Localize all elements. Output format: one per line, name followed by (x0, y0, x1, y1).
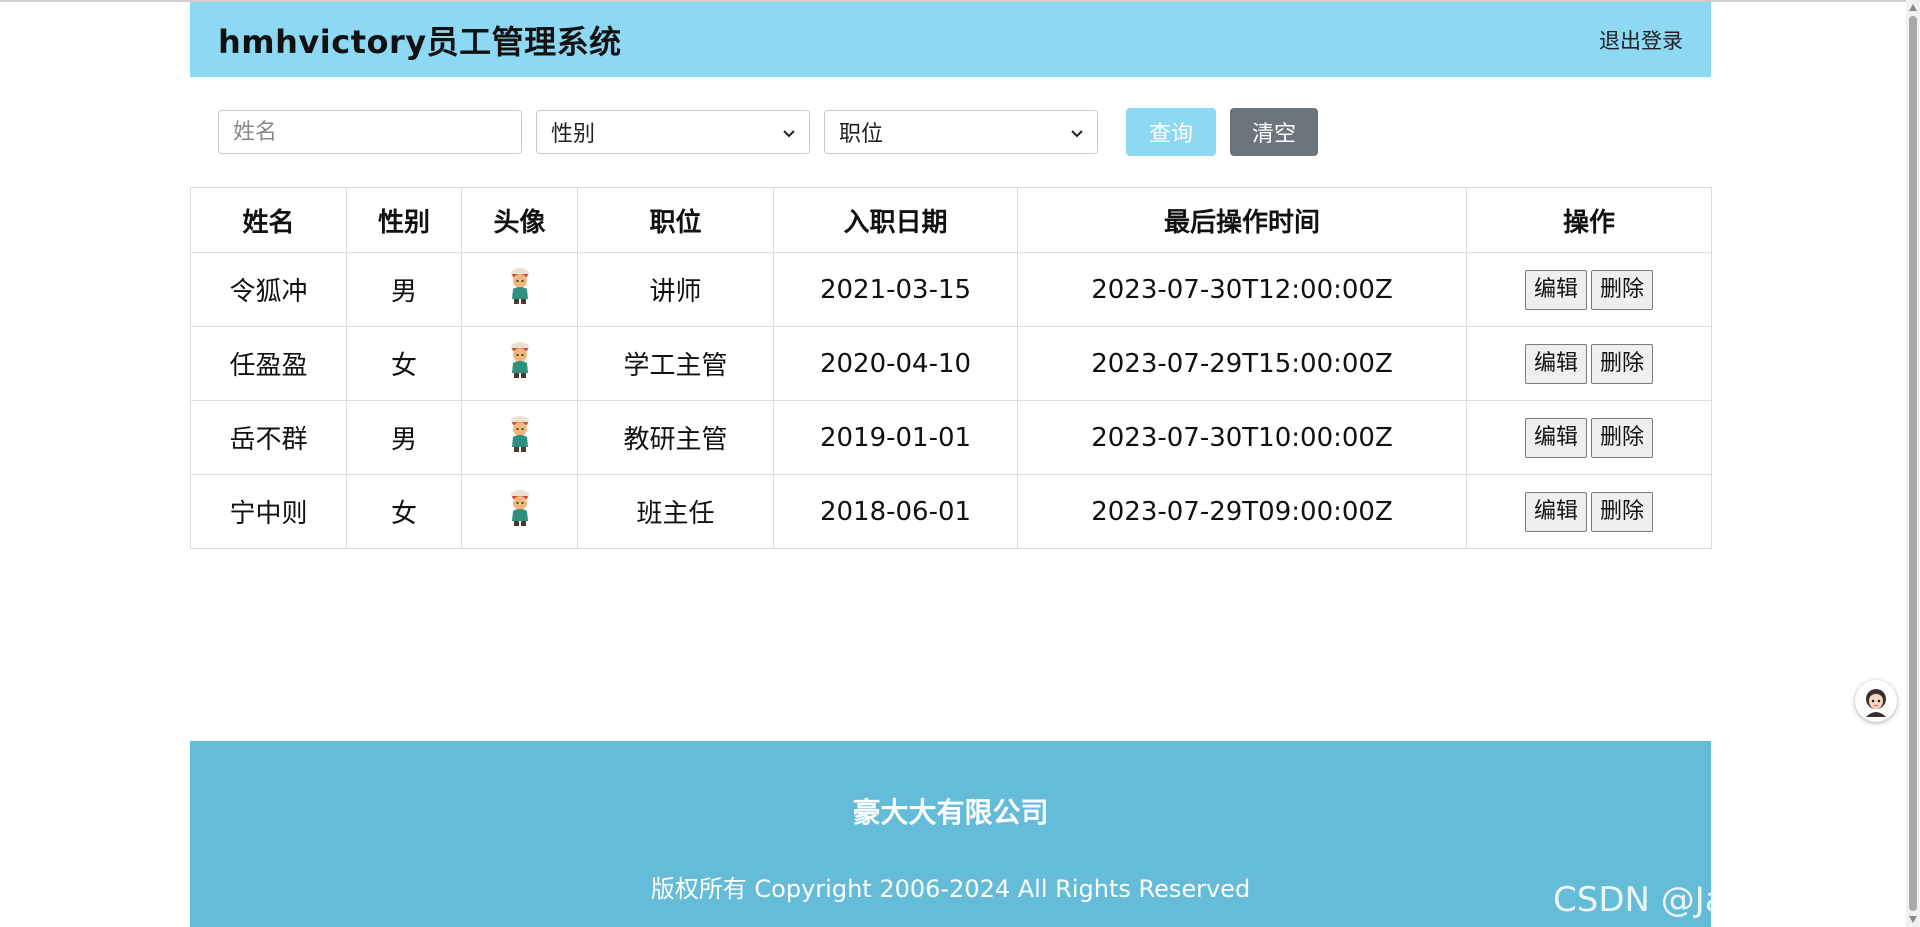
job-select[interactable]: 职位 (824, 110, 1098, 154)
column-header-entry-date: 入职日期 (773, 187, 1018, 253)
cell-update-time: 2023-07-30T12:00:00Z (1017, 252, 1467, 327)
search-bar: 性别 职位 查询 清空 (190, 77, 1711, 187)
job-select-value: 职位 (839, 122, 884, 147)
clear-button[interactable]: 清空 (1230, 108, 1318, 156)
cell-avatar (461, 474, 578, 549)
cell-update-time: 2023-07-30T10:00:00Z (1017, 400, 1467, 475)
app-title: hmhvictory员工管理系统 (218, 22, 622, 61)
cell-avatar (461, 252, 578, 327)
cell-gender: 女 (346, 326, 462, 401)
cell-entry-date: 2018-06-01 (773, 474, 1018, 549)
avatar-icon (506, 266, 534, 306)
table-row: 岳不群 男 教研主管 2019-01-01 2023-07-30T10:00:0… (190, 400, 1712, 475)
column-header-avatar: 头像 (461, 187, 578, 253)
cell-avatar (461, 326, 578, 401)
column-header-job: 职位 (577, 187, 774, 253)
chevron-down-icon (1071, 123, 1083, 142)
cell-update-time: 2023-07-29T09:00:00Z (1017, 474, 1467, 549)
cell-entry-date: 2021-03-15 (773, 252, 1018, 327)
app-header: hmhvictory员工管理系统 退出登录 (190, 2, 1711, 77)
footer-company: 豪大大有限公司 (852, 796, 1049, 829)
name-search-input[interactable] (218, 110, 522, 154)
cell-avatar (461, 400, 578, 475)
avatar-icon (506, 414, 534, 454)
watermark: CSDN @Java永无止境 (1553, 880, 1903, 920)
page-footer: 豪大大有限公司 版权所有 Copyright 2006-2024 All Rig… (190, 741, 1711, 927)
column-header-update-time: 最后操作时间 (1017, 187, 1467, 253)
cell-name: 任盈盈 (190, 326, 347, 401)
cell-name: 令狐冲 (190, 252, 347, 327)
cell-gender: 男 (346, 252, 462, 327)
query-button[interactable]: 查询 (1126, 108, 1216, 156)
delete-button[interactable]: 删除 (1591, 343, 1654, 384)
scroll-up-icon[interactable] (1909, 4, 1917, 11)
cell-name: 岳不群 (190, 400, 347, 475)
column-header-actions: 操作 (1466, 187, 1712, 253)
cell-entry-date: 2019-01-01 (773, 400, 1018, 475)
cell-actions: 编辑 删除 (1466, 326, 1712, 401)
table-row: 宁中则 女 班主任 2018-06-01 2023-07-29T09:00:00… (190, 474, 1712, 549)
cell-actions: 编辑 删除 (1466, 252, 1712, 327)
cell-job: 学工主管 (577, 326, 774, 401)
cell-gender: 男 (346, 400, 462, 475)
table-row: 令狐冲 男 讲师 2021-03-15 2023-07-30T12:00:00Z… (190, 252, 1712, 327)
avatar-icon (506, 488, 534, 528)
assistant-avatar-icon (1866, 689, 1886, 717)
logout-link[interactable]: 退出登录 (1599, 25, 1683, 55)
edit-button[interactable]: 编辑 (1524, 491, 1587, 532)
table-header-row: 姓名 性别 头像 职位 入职日期 最后操作时间 操作 (190, 187, 1712, 253)
cell-actions: 编辑 删除 (1466, 400, 1712, 475)
table-row: 任盈盈 女 学工主管 2020-04-10 2023-07-29T15:00:0… (190, 326, 1712, 401)
edit-button[interactable]: 编辑 (1524, 417, 1587, 458)
cell-job: 教研主管 (577, 400, 774, 475)
avatar-icon (506, 340, 534, 380)
delete-button[interactable]: 删除 (1591, 269, 1654, 310)
footer-copyright: 版权所有 Copyright 2006-2024 All Rights Rese… (650, 875, 1251, 903)
scrollbar-thumb[interactable] (1909, 16, 1917, 911)
cell-update-time: 2023-07-29T15:00:00Z (1017, 326, 1467, 401)
delete-button[interactable]: 删除 (1591, 417, 1654, 458)
vertical-scrollbar[interactable] (1906, 0, 1920, 927)
column-header-gender: 性别 (346, 187, 462, 253)
cell-name: 宁中则 (190, 474, 347, 549)
floating-assistant-button[interactable] (1855, 680, 1897, 722)
delete-button[interactable]: 删除 (1591, 491, 1654, 532)
cell-actions: 编辑 删除 (1466, 474, 1712, 549)
column-header-name: 姓名 (190, 187, 347, 253)
edit-button[interactable]: 编辑 (1524, 269, 1587, 310)
cell-entry-date: 2020-04-10 (773, 326, 1018, 401)
cell-job: 班主任 (577, 474, 774, 549)
cell-job: 讲师 (577, 252, 774, 327)
edit-button[interactable]: 编辑 (1524, 343, 1587, 384)
chevron-down-icon (783, 123, 795, 142)
app-container: hmhvictory员工管理系统 退出登录 性别 职位 查询 清空 (190, 2, 1712, 549)
cell-gender: 女 (346, 474, 462, 549)
scroll-down-icon[interactable] (1909, 916, 1917, 923)
employee-table: 姓名 性别 头像 职位 入职日期 最后操作时间 操作 令狐冲 男 讲师 2021… (190, 187, 1712, 549)
gender-select[interactable]: 性别 (536, 110, 810, 154)
gender-select-value: 性别 (551, 122, 596, 147)
